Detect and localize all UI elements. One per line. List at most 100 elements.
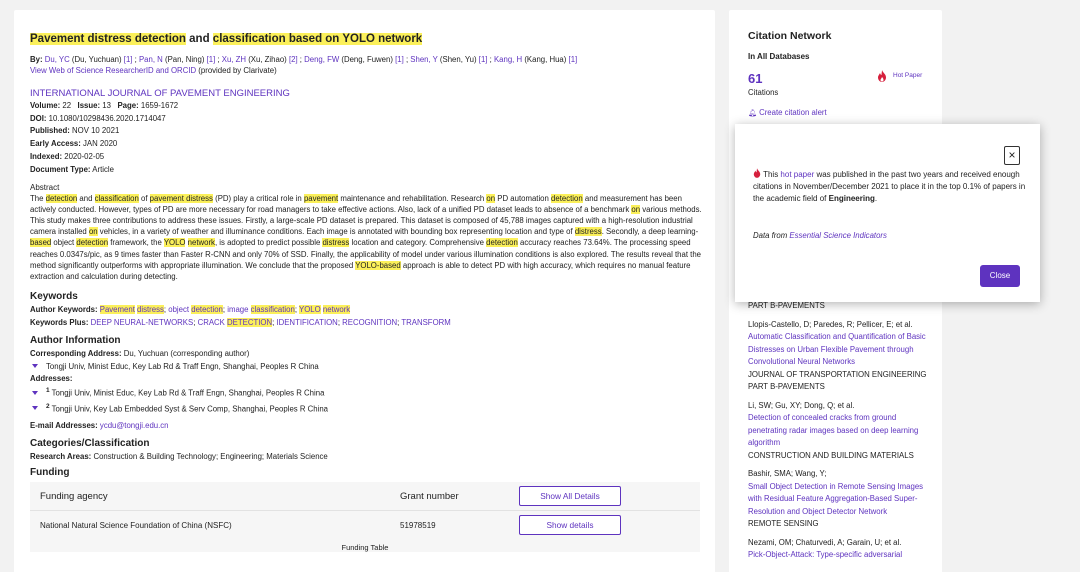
author-keyword[interactable]: Pavement bbox=[99, 305, 135, 315]
research-areas-line: Research Areas: Construction & Building … bbox=[30, 450, 699, 463]
corresponding-line: Corresponding Address: Du, Yuchuan (corr… bbox=[30, 347, 699, 360]
researcher-line: View Web of Science ResearcherID and ORC… bbox=[30, 65, 699, 78]
affiliation-ref[interactable]: [1] bbox=[207, 55, 216, 64]
citing-item: Li, SW; Gu, XY; Dong, Q; et al. Detection… bbox=[748, 400, 928, 463]
affiliation-ref[interactable]: [2] bbox=[289, 55, 298, 64]
funding-agency-cell: National Natural Science Foundation of C… bbox=[40, 521, 232, 531]
affiliation-ref[interactable]: [1] bbox=[395, 55, 404, 64]
title-segment: and bbox=[185, 33, 213, 45]
published-value: NOV 10 2021 bbox=[72, 126, 120, 136]
citation-count[interactable]: 61 bbox=[748, 71, 762, 86]
abstract-segment: pavement distress bbox=[149, 193, 213, 203]
abstract-segment: vehicles, in a variety of weather and il… bbox=[97, 227, 575, 237]
author-link[interactable]: Du, YC bbox=[45, 55, 70, 64]
keyword-plus[interactable]: CRACK bbox=[198, 318, 227, 327]
author-keyword[interactable]: object bbox=[168, 305, 191, 314]
show-details-button[interactable]: Show details bbox=[519, 515, 621, 536]
popup-flame-icon bbox=[753, 168, 761, 178]
funding-table-header: Funding agency Grant number Show All Det… bbox=[30, 482, 700, 512]
keywords-heading: Keywords bbox=[30, 291, 78, 303]
citing-title[interactable]: Automatic Classification and Quantificat… bbox=[748, 331, 928, 369]
author-keyword[interactable]: distress bbox=[137, 305, 164, 315]
esi-link[interactable]: Essential Science Indicators bbox=[789, 231, 887, 240]
address-item[interactable]: 2 Tongji Univ, Key Lab Embedded Syst & S… bbox=[30, 400, 699, 416]
abstract-segment: of bbox=[138, 193, 150, 203]
abstract-segment: on bbox=[486, 193, 496, 203]
close-x-button[interactable]: × bbox=[1004, 146, 1020, 165]
abstract-segment: network bbox=[187, 238, 215, 248]
author-keyword[interactable]: classification bbox=[250, 305, 295, 315]
abstract-segment: PD automation bbox=[495, 193, 552, 203]
funding-table: Funding agency Grant number Show All Det… bbox=[30, 482, 700, 553]
keyword-plus[interactable]: IDENTIFICATION bbox=[276, 318, 337, 327]
issue-value: 13 bbox=[102, 100, 111, 110]
keyword-plus[interactable]: DEEP NEURAL-NETWORKS bbox=[91, 318, 194, 327]
addresses-label-text: Addresses: bbox=[30, 374, 73, 384]
show-all-details-button[interactable]: Show All Details bbox=[519, 486, 621, 507]
author-info-heading: Author Information bbox=[30, 335, 121, 347]
indexed-value: 2020-02-05 bbox=[64, 151, 105, 161]
author-keyword[interactable]: image bbox=[227, 305, 250, 314]
popup-field: Engineering bbox=[828, 193, 875, 203]
create-citation-alert[interactable]: 🔔︎ Create citation alert bbox=[748, 108, 827, 117]
close-button[interactable]: Close bbox=[980, 265, 1020, 287]
abstract-segment: pavement bbox=[303, 193, 339, 203]
abstract-segment: distress bbox=[574, 227, 602, 237]
abstract-segment: classification bbox=[94, 193, 139, 203]
corresponding-address[interactable]: Tongji Univ, Minist Educ, Key Lab Rd & T… bbox=[30, 360, 699, 373]
popup-text: This hot paper was published in the past… bbox=[753, 168, 1028, 204]
author-keyword[interactable]: network bbox=[322, 305, 351, 315]
author-link[interactable]: Xu, ZH bbox=[222, 55, 246, 64]
indexed-line: Indexed: 2020-02-05 bbox=[30, 151, 699, 164]
abstract-heading: Abstract bbox=[30, 182, 60, 192]
corresponding-label: Corresponding Address: bbox=[30, 349, 122, 359]
citing-authors: Li, SW; Gu, XY; Dong, Q; et al. bbox=[748, 400, 855, 410]
author-link[interactable]: Kang, H bbox=[494, 55, 522, 64]
email-link[interactable]: ycdu@tongji.edu.cn bbox=[100, 421, 169, 430]
hot-paper-label[interactable]: Hot Paper bbox=[893, 72, 922, 79]
citation-network-heading: Citation Network bbox=[748, 30, 832, 42]
volume-line: Volume: 22 Issue: 13 Page: 1659-1672 bbox=[30, 100, 699, 113]
citing-source: JOURNAL OF TRANSPORTATION ENGINEERING PA… bbox=[748, 369, 927, 392]
citing-title[interactable]: Pick-Object-Attack: Type-specific advers… bbox=[748, 549, 928, 562]
abstract-segment: framework, the bbox=[108, 238, 164, 248]
citing-title[interactable]: Small Object Detection in Remote Sensing… bbox=[748, 481, 928, 519]
expand-triangle-icon[interactable] bbox=[32, 364, 38, 369]
doi-value: 10.1080/10298436.2020.1714047 bbox=[48, 113, 166, 123]
abstract-segment: detection bbox=[551, 193, 583, 203]
expand-triangle-icon[interactable] bbox=[32, 406, 38, 411]
researcher-id-link[interactable]: View Web of Science ResearcherID and ORC… bbox=[30, 66, 196, 75]
address-item[interactable]: 1 Tongji Univ, Minist Educ, Key Lab Rd &… bbox=[30, 384, 699, 400]
popup-text-end: . bbox=[874, 193, 878, 203]
author-full-name: (Deng, Fuwen) bbox=[339, 55, 396, 64]
keyword-plus[interactable]: TRANSFORM bbox=[401, 318, 450, 327]
abstract-segment: , is adopted to predict possible bbox=[214, 238, 323, 248]
popup-hot-paper-link[interactable]: hot paper bbox=[780, 170, 814, 179]
author-link[interactable]: Shen, Y bbox=[410, 55, 437, 64]
journal-name[interactable]: INTERNATIONAL JOURNAL OF PAVEMENT ENGINE… bbox=[30, 88, 699, 100]
email-label: E-mail Addresses: bbox=[30, 421, 98, 431]
expand-triangle-icon[interactable] bbox=[32, 390, 38, 395]
author-full-name: (Xu, Zihao) bbox=[246, 55, 289, 64]
address-number: 2 bbox=[46, 402, 50, 410]
abstract-segment: (PD) play a critical role in bbox=[212, 193, 304, 203]
abstract-segment: detection bbox=[486, 238, 518, 248]
abstract-segment: and bbox=[77, 193, 95, 203]
funding-heading: Funding bbox=[30, 467, 70, 479]
keyword-plus[interactable]: DETECTION bbox=[227, 318, 273, 328]
author-keyword[interactable]: detection bbox=[191, 305, 223, 315]
bell-icon: 🔔︎ bbox=[748, 110, 757, 117]
citing-title[interactable]: Detection of concealed cracks from groun… bbox=[748, 412, 928, 450]
authors-line: By: Du, YC (Du, Yuchuan) [1] ; Pan, N (P… bbox=[30, 54, 699, 65]
abstract-segment: maintenance and rehabilitation. Research bbox=[338, 193, 487, 203]
abstract-segment: . Secondly, a deep learning- bbox=[601, 227, 699, 237]
author-link[interactable]: Pan, N bbox=[139, 55, 163, 64]
published-label: Published: bbox=[30, 126, 70, 136]
popup-source: Data from Essential Science Indicators bbox=[753, 231, 887, 240]
keyword-plus[interactable]: RECOGNITION bbox=[342, 318, 397, 327]
doi-label: DOI: bbox=[30, 113, 47, 123]
author-full-name: (Pan, Ning) bbox=[162, 55, 207, 64]
author-link[interactable]: Deng, FW bbox=[304, 55, 339, 64]
author-keyword[interactable]: YOLO bbox=[299, 305, 321, 315]
affiliation-ref[interactable]: [1] bbox=[569, 55, 578, 64]
